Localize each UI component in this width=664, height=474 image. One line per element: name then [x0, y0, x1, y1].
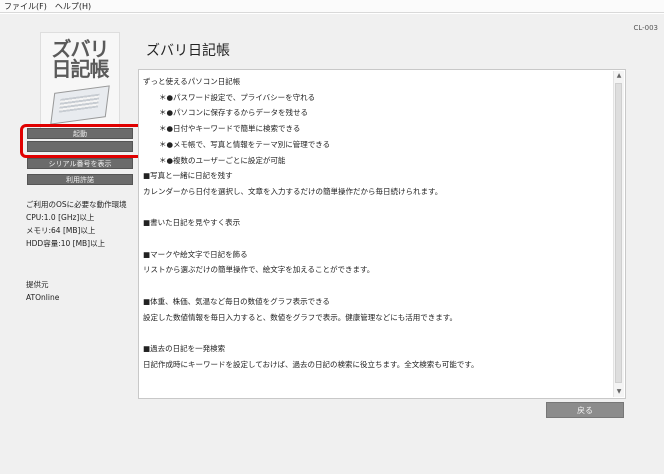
menu-file[interactable]: ファイル(F) [4, 1, 47, 12]
show-serial-button[interactable]: シリアル番号を表示 [27, 158, 133, 169]
description-line: リストから選ぶだけの簡単操作で、絵文字を加えることができます。 [143, 265, 375, 275]
description-line: ＊●メモ帳で、写真と情報をテーマ別に管理できる [159, 139, 331, 149]
sidebar-button-hidden[interactable] [27, 141, 133, 152]
description-line: ＊●複数のユーザーごとに設定が可能 [159, 155, 286, 165]
logo-line1: ズバリ [51, 37, 110, 61]
provider-name: ATOnline [26, 293, 60, 302]
description-line [143, 231, 613, 247]
description-line: 日記作成時にキーワードを設定しておけば、過去の日記の検索に役立ちます。全文検索も… [143, 359, 479, 369]
menu-help[interactable]: ヘルプ(H) [55, 1, 91, 12]
window-code: CL-003 [633, 24, 658, 32]
scroll-down-arrow-icon[interactable]: ▼ [614, 387, 624, 397]
description-text: ずっと使えるパソコン日記帳 ＊●パスワード設定で、プライバシーを守れる ＊●パソコン… [139, 70, 625, 372]
description-box[interactable]: ずっと使えるパソコン日記帳 ＊●パスワード設定で、プライバシーを守れる ＊●パソコン… [138, 69, 626, 399]
scroll-up-arrow-icon[interactable]: ▲ [614, 71, 624, 81]
description-line: ■体重、株価、気温など毎日の数値をグラフ表示できる [143, 296, 330, 306]
scroll-thumb[interactable] [615, 83, 622, 383]
sysreq-heading: ご利用のOSに必要な動作環境 [26, 200, 127, 209]
app-logo: ズバリ 日記帳 [40, 32, 120, 132]
notebook-icon [50, 85, 110, 125]
app-window: CL-003 ズバリ 日記帳 起動 シリアル番号を表示 利用許諾 ご利用のOSに… [0, 14, 664, 474]
menu-bar: ファイル(F) ヘルプ(H) [0, 0, 664, 13]
description-line: ずっと使えるパソコン日記帳 [143, 77, 241, 86]
app-title: ズバリ日記帳 [146, 43, 230, 59]
sysreq-memory: メモリ:64 [MB]以上 [26, 226, 96, 235]
description-line: ■書いた日記を見やすく表示 [143, 218, 241, 228]
description-line [143, 325, 613, 341]
provider-info: 提供元 ATOnline [26, 278, 59, 304]
launch-button[interactable]: 起動 [27, 128, 133, 139]
description-line: ＊●パソコンに保存するからデータを残せる [159, 108, 309, 118]
logo-line2: 日記帳 [51, 57, 110, 81]
description-line [143, 278, 613, 294]
description-line: ＊●パスワード設定で、プライバシーを守れる [159, 92, 316, 102]
description-line: ■写真と一緒に日記を残す [143, 171, 233, 181]
license-button[interactable]: 利用許諾 [27, 174, 133, 185]
provider-label: 提供元 [26, 280, 49, 289]
description-line: ＊●日付やキーワードで簡単に検索できる [159, 124, 301, 134]
system-requirements: ご利用のOSに必要な動作環境 CPU:1.0 [GHz]以上 メモリ:64 [M… [26, 198, 127, 250]
description-line: ■マークや絵文字で日記を飾る [143, 249, 248, 259]
description-line [143, 200, 613, 216]
sysreq-cpu: CPU:1.0 [GHz]以上 [26, 213, 95, 222]
sysreq-hdd: HDD容量:10 [MB]以上 [26, 239, 106, 248]
back-button[interactable]: 戻る [546, 402, 624, 418]
description-line: 設定した数値情報を毎日入力すると、数値をグラフで表示。健康管理などにも活用できま… [143, 312, 457, 322]
description-line: カレンダーから日付を選択し、文章を入力するだけの簡単操作だから毎日続けられます。 [143, 186, 443, 196]
description-line: ■過去の日記を一発検索 [143, 343, 226, 353]
scrollbar[interactable]: ▲ ▼ [613, 71, 624, 397]
